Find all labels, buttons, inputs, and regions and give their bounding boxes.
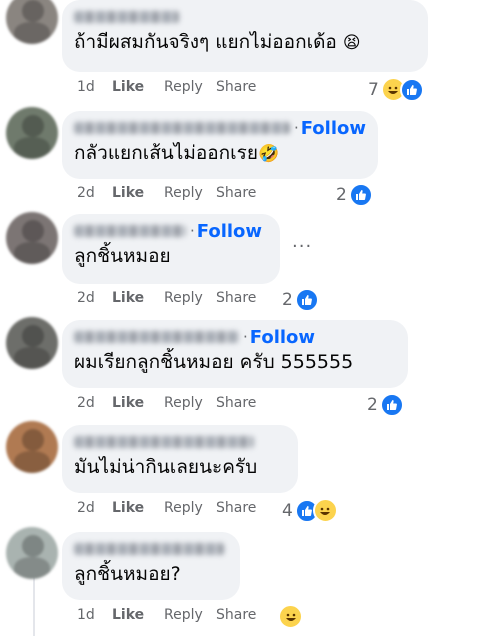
comment-bubble: · Follow ลูกชิ้นหมอย [62, 214, 280, 284]
share-button[interactable]: Share [216, 395, 256, 411]
timestamp-link[interactable]: 2d [77, 395, 112, 411]
like-button[interactable]: Like [112, 290, 164, 306]
like-button[interactable]: Like [112, 500, 164, 516]
haha-reaction-icon [312, 498, 338, 523]
like-button[interactable]: Like [112, 185, 164, 201]
reply-button[interactable]: Reply [164, 79, 216, 95]
author-name-blurred[interactable] [74, 11, 179, 23]
reaction-count: 2 [282, 290, 293, 310]
like-reaction-icon [399, 77, 424, 102]
author-name-blurred[interactable] [74, 225, 186, 237]
timestamp-link[interactable]: 1d [77, 607, 112, 623]
share-button[interactable]: Share [216, 185, 256, 201]
haha-reaction-icon [278, 604, 303, 629]
reply-button[interactable]: Reply [164, 607, 216, 623]
like-reaction-icon [379, 393, 404, 417]
comment-text: ลูกชิ้นหมอย [74, 245, 171, 267]
avatar[interactable] [6, 421, 58, 473]
reply-button[interactable]: Reply [164, 395, 216, 411]
comment-bubble: มันไม่น่ากินเลยนะครับ [62, 425, 298, 493]
avatar[interactable] [6, 107, 58, 159]
comment-text: มันไม่น่ากินเลยนะครับ [74, 456, 258, 478]
like-reaction-icon [294, 288, 319, 312]
comment-actions: 2d Like Reply Share [77, 395, 256, 411]
avatar[interactable] [6, 0, 58, 44]
comment-actions: 1d Like Reply Share [77, 79, 256, 95]
comment-emoji: 🤣 [258, 144, 280, 164]
author-name-blurred[interactable] [74, 331, 239, 343]
reaction-count: 2 [336, 185, 347, 205]
share-button[interactable]: Share [216, 607, 256, 623]
reaction-count: 2 [367, 395, 378, 415]
comment-actions: 1d Like Reply Share [77, 607, 256, 623]
share-button[interactable]: Share [216, 500, 256, 516]
separator-dot: · [190, 222, 195, 240]
timestamp-link[interactable]: 2d [77, 290, 112, 306]
avatar[interactable] [6, 212, 58, 264]
comment-bubble: · Follow ผมเรียกลูกชิ้นหมอย ครับ 555555 [62, 320, 408, 388]
avatar[interactable] [6, 527, 58, 579]
separator-dot: · [243, 328, 248, 346]
reaction-summary[interactable]: 2 [367, 393, 404, 417]
reaction-count: 7 [368, 79, 379, 100]
timestamp-link[interactable]: 2d [77, 185, 112, 201]
share-button[interactable]: Share [216, 290, 256, 306]
comment-bubble: ถ้ามีผสมกันจริงๆ แยกไม่ออกเด้อ 😫 [62, 0, 428, 72]
comment-actions: 2d Like Reply Share [77, 500, 256, 516]
share-button[interactable]: Share [216, 79, 256, 95]
like-reaction-icon [348, 183, 373, 207]
follow-button[interactable]: Follow [197, 221, 262, 242]
follow-button[interactable]: Follow [301, 118, 366, 139]
comment-text: ผมเรียกลูกชิ้นหมอย ครับ 555555 [74, 351, 354, 373]
reaction-summary[interactable]: 7 [368, 77, 424, 102]
reply-button[interactable]: Reply [164, 185, 216, 201]
reply-button[interactable]: Reply [164, 290, 216, 306]
author-name-blurred[interactable] [74, 122, 290, 134]
comment-text: ลูกชิ้นหมอย? [74, 563, 181, 585]
comment-actions: 2d Like Reply Share [77, 185, 256, 201]
comment-actions: 2d Like Reply Share [77, 290, 256, 306]
reaction-summary[interactable]: 2 [336, 183, 373, 207]
comment-text: ถ้ามีผสมกันจริงๆ แยกไม่ออกเด้อ [74, 31, 337, 53]
reaction-count: 4 [282, 500, 293, 521]
comment-text: กลัวแยกเส้นไม่ออกเรย [74, 142, 259, 164]
comment-bubble: · Follow กลัวแยกเส้นไม่ออกเรย🤣 [62, 111, 378, 179]
reaction-summary[interactable] [278, 604, 303, 629]
like-button[interactable]: Like [112, 607, 164, 623]
reply-button[interactable]: Reply [164, 500, 216, 516]
like-button[interactable]: Like [112, 395, 164, 411]
separator-dot: · [293, 119, 299, 137]
reaction-summary[interactable]: 2 [282, 288, 319, 312]
follow-button[interactable]: Follow [250, 327, 315, 348]
avatar[interactable] [6, 317, 58, 369]
timestamp-link[interactable]: 1d [77, 79, 112, 95]
more-options-icon[interactable]: ··· [292, 236, 312, 257]
timestamp-link[interactable]: 2d [77, 500, 112, 516]
reaction-summary[interactable]: 4 [282, 498, 338, 523]
comment-bubble: ลูกชิ้นหมอย? [62, 532, 240, 600]
author-name-blurred[interactable] [74, 436, 254, 448]
like-button[interactable]: Like [112, 79, 164, 95]
comment-emoji: 😫 [342, 33, 361, 53]
author-name-blurred[interactable] [74, 543, 224, 555]
